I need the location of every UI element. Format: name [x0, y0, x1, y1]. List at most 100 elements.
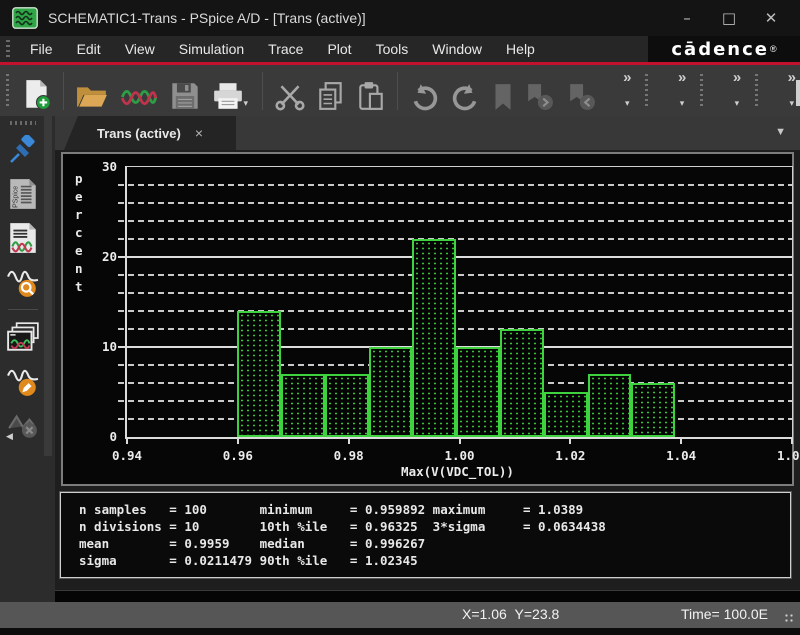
histogram-bar — [588, 374, 632, 437]
svg-text:PSpice: PSpice — [13, 186, 20, 208]
bookmark-button[interactable] — [487, 71, 519, 111]
toolbar-drag-handle[interactable] — [6, 74, 9, 108]
left-toolbar: PSpice — [0, 116, 55, 602]
next-bookmark-button[interactable] — [519, 71, 561, 111]
overflow-chevron[interactable]: » — [623, 71, 631, 85]
undo-button[interactable] — [403, 71, 445, 111]
close-button[interactable]: ✕ — [750, 0, 792, 36]
waveform-edit-icon — [7, 365, 39, 397]
y-tick-label: 20 — [87, 249, 117, 264]
tab-label: Trans (active) — [97, 126, 181, 141]
new-document-button[interactable] — [17, 71, 57, 111]
toolbar-overflow-group[interactable]: » ▾ — [713, 71, 745, 111]
menu-file[interactable]: File — [18, 36, 65, 62]
plot-window-stack-button[interactable] — [4, 318, 42, 356]
save-button[interactable] — [164, 71, 206, 111]
y-tick-label: 0 — [87, 429, 117, 444]
x-tick-label: 0.96 — [216, 448, 260, 463]
histogram-bar — [456, 347, 500, 437]
stat-value: =10 — [169, 518, 259, 535]
pspice-file-button[interactable]: PSpice — [4, 175, 42, 213]
print-icon — [212, 81, 244, 111]
tab-list-caret[interactable]: ▼ — [775, 126, 786, 138]
x-tick — [569, 439, 571, 444]
menu-window[interactable]: Window — [420, 36, 494, 62]
menu-plot[interactable]: Plot — [315, 36, 363, 62]
overflow-chevron[interactable]: » — [678, 71, 686, 85]
waveform-document-button[interactable] — [4, 219, 42, 257]
y-tick-label: 10 — [87, 339, 117, 354]
waveform-edit-button[interactable] — [4, 362, 42, 400]
menu-help[interactable]: Help — [494, 36, 547, 62]
minimize-button[interactable]: – — [666, 0, 708, 36]
toolbar-separator — [397, 72, 398, 110]
undo-icon — [409, 83, 439, 111]
menu-tools[interactable]: Tools — [364, 36, 421, 62]
sidebar-collapse-arrow[interactable]: ◀ — [6, 431, 13, 442]
overflow-caret[interactable]: ▾ — [625, 98, 630, 109]
toolbar-overflow-group[interactable]: » ▾ — [658, 71, 690, 111]
overflow-caret[interactable]: ▾ — [789, 98, 794, 109]
scissors-icon — [275, 83, 305, 111]
waveform-icon — [120, 83, 158, 111]
stat-value: =100 — [169, 501, 259, 518]
tab-bar: Trans (active) × ▼ — [0, 116, 800, 150]
toolbar-drag-handle[interactable] — [755, 74, 758, 108]
sidebar-drag-handle[interactable] — [10, 121, 36, 125]
sidebar-separator — [8, 309, 38, 310]
histogram-bar — [325, 374, 369, 437]
menu-simulation[interactable]: Simulation — [167, 36, 256, 62]
histogram-bar — [369, 347, 413, 437]
x-tick-label: 1.02 — [548, 448, 592, 463]
stat-value: =0.0634438 — [523, 518, 790, 535]
menu-trace[interactable]: Trace — [256, 36, 315, 62]
overflow-caret[interactable]: ▾ — [680, 98, 685, 109]
x-tick-label: 0.98 — [327, 448, 371, 463]
minor-gridline — [118, 202, 792, 204]
open-button[interactable] — [70, 71, 114, 111]
toolbar-overflow-group[interactable]: » ▾ — [603, 71, 635, 111]
overflow-chevron[interactable]: » — [733, 71, 741, 85]
tab-trans-active[interactable]: Trans (active) × — [64, 116, 236, 150]
title-bar[interactable]: SCHEMATIC1-Trans - PSpice A/D - [Trans (… — [0, 0, 800, 36]
menu-view[interactable]: View — [113, 36, 167, 62]
menu-edit[interactable]: Edit — [65, 36, 113, 62]
maximize-button[interactable]: □ — [708, 0, 750, 36]
waveform-zoom-button[interactable] — [4, 263, 42, 301]
histogram-statistics: n samples =100 minimum =0.959892 maximum… — [60, 492, 791, 578]
paste-button[interactable] — [351, 71, 391, 111]
print-dropdown-caret[interactable]: ▾ — [244, 98, 249, 109]
x-tick-label: 1.04 — [659, 448, 703, 463]
histogram-bar — [237, 311, 281, 437]
histogram-bar — [281, 374, 325, 437]
y-axis-title: p e r c e n t — [75, 170, 83, 296]
menubar-drag-handle[interactable] — [6, 40, 10, 58]
toolbar-drag-handle[interactable] — [645, 74, 648, 108]
stat-value: =1.0389 — [523, 501, 790, 518]
pspice-file-icon: PSpice — [8, 177, 38, 211]
stats-row: mean =0.9959 median =0.996267 — [79, 535, 790, 552]
stat-label: sigma — [79, 552, 169, 569]
overflow-caret[interactable]: ▾ — [735, 98, 740, 109]
pspice-window: SCHEMATIC1-Trans - PSpice A/D - [Trans (… — [0, 0, 800, 635]
copy-button[interactable] — [311, 71, 351, 111]
cut-button[interactable] — [269, 71, 311, 111]
plot-window-stack-icon — [6, 321, 40, 353]
stat-label: n divisions — [79, 518, 169, 535]
toolbar-drag-handle[interactable] — [700, 74, 703, 108]
redo-button[interactable] — [445, 71, 487, 111]
simulation-waveform-button[interactable] — [114, 71, 164, 111]
chart-background: p e r c e n t 01020300.940.960.981.001.0… — [61, 152, 794, 486]
print-button[interactable]: ▾ — [206, 71, 257, 111]
tab-close-icon[interactable]: × — [195, 125, 203, 141]
x-tick — [791, 439, 793, 444]
simulation-time: Time= 100.0E — [681, 606, 768, 622]
stat-value: =0.959892 — [350, 501, 433, 518]
waveform-zoom-icon — [7, 266, 39, 298]
overflow-chevron[interactable]: » — [788, 71, 796, 85]
previous-bookmark-button[interactable] — [561, 71, 603, 111]
stat-value: =0.9959 — [169, 535, 259, 552]
plot-area[interactable]: 01020300.940.960.981.001.021.041.06 — [125, 166, 793, 439]
resize-grip[interactable] — [784, 613, 794, 623]
pin-button[interactable] — [4, 131, 42, 169]
